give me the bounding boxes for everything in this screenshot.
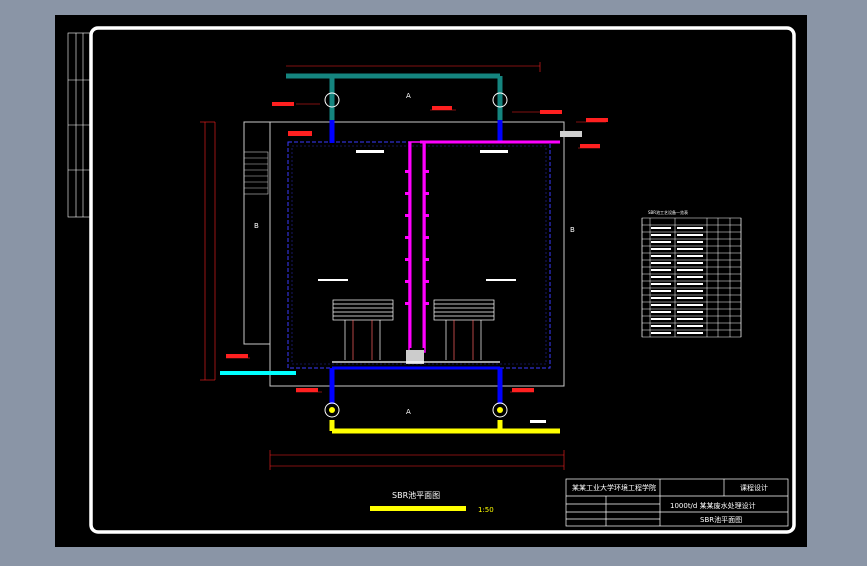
title-block-project: 1000t/d 某某废水处理设计 [670, 501, 756, 510]
svg-text:A: A [406, 92, 411, 100]
table-cell [651, 234, 671, 236]
drawing-scale: 1:50 [478, 506, 494, 514]
table-cell [677, 255, 703, 257]
inlet-stub [288, 131, 312, 136]
table-cell [651, 255, 671, 257]
cad-window: A A B B SBR池平面图 1:50 SBR池工艺设备一览表 某某工业大学环… [0, 0, 867, 562]
table-cell [651, 283, 671, 285]
air-inlet-stub [560, 131, 582, 137]
table-cell [677, 325, 703, 327]
table-cell [651, 332, 671, 334]
table-cell [651, 276, 671, 278]
svg-text:B: B [570, 226, 575, 234]
table-cell [677, 241, 703, 243]
table-cell [677, 318, 703, 320]
title-block-school: 某某工业大学环境工程学院 [572, 483, 656, 492]
table-cell [651, 262, 671, 264]
title-block-sheet: SBR池平面图 [700, 515, 742, 524]
table-cell [677, 248, 703, 250]
svg-text:B: B [254, 222, 259, 230]
title-block-course: 课程设计 [740, 483, 768, 492]
table-cell [651, 311, 671, 313]
table-cell [651, 318, 671, 320]
svg-text:A: A [406, 408, 411, 416]
table-cell [677, 227, 703, 229]
table-cell [677, 262, 703, 264]
table-cell [677, 290, 703, 292]
table-cell [651, 227, 671, 229]
equipment-table-title: SBR池工艺设备一览表 [648, 209, 688, 215]
table-cell [651, 241, 671, 243]
table-cell [677, 234, 703, 236]
table-cell [651, 325, 671, 327]
table-cell [677, 311, 703, 313]
drawing-canvas[interactable]: A A B B SBR池平面图 1:50 SBR池工艺设备一览表 某某工业大学环… [0, 0, 867, 562]
table-cell [677, 297, 703, 299]
table-cell [677, 276, 703, 278]
table-cell [651, 269, 671, 271]
table-cell [677, 304, 703, 306]
title-underline [370, 506, 466, 511]
table-cell [651, 304, 671, 306]
table-cell [677, 269, 703, 271]
table-cell [651, 297, 671, 299]
table-cell [651, 248, 671, 250]
table-cell [677, 283, 703, 285]
drawing-title: SBR池平面图 [392, 490, 440, 500]
table-cell [677, 332, 703, 334]
table-cell [651, 290, 671, 292]
